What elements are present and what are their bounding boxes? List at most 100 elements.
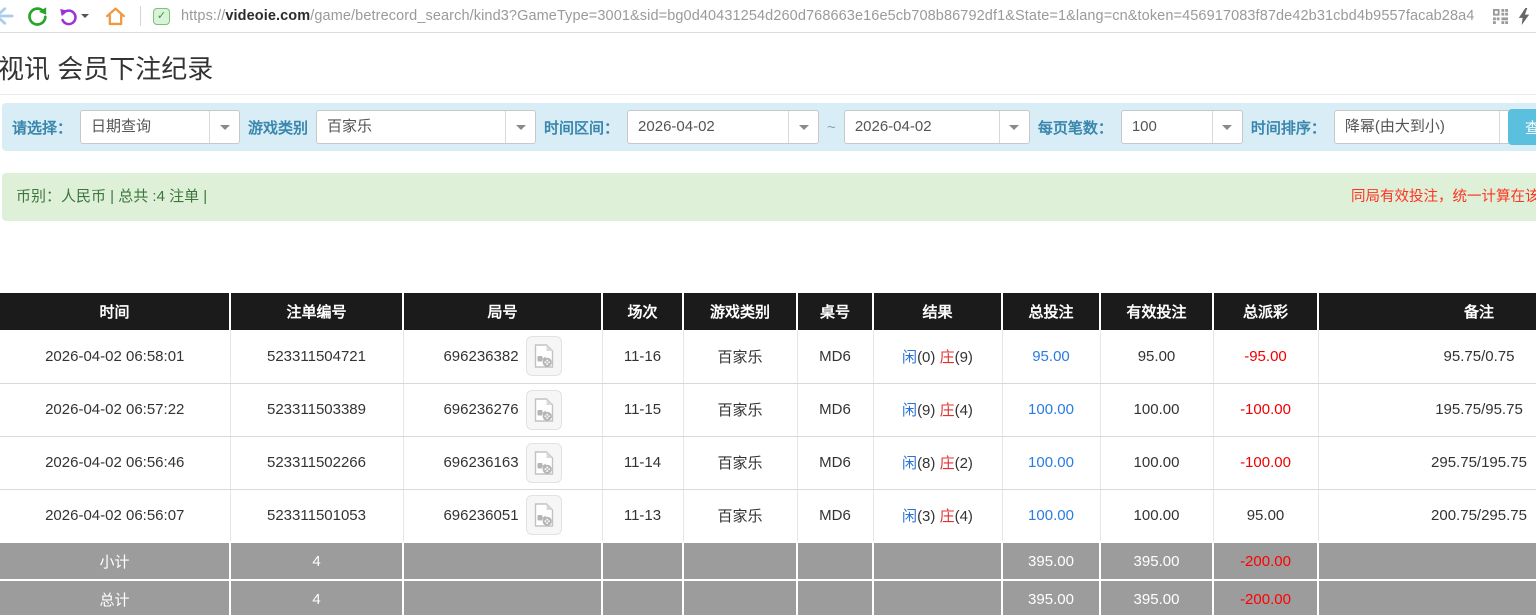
cell-remark: 295.75/195.75 — [1318, 436, 1536, 489]
total-total-bet: 395.00 — [1002, 580, 1100, 615]
back-icon[interactable] — [0, 5, 15, 27]
header-table-no: 桌号 — [797, 293, 873, 330]
subtotal-payout: -200.00 — [1213, 542, 1318, 580]
banker-label: 庄 — [940, 402, 955, 419]
date-from-value: 2026-04-02 — [628, 111, 788, 143]
round-id-text: 696236382 — [443, 348, 518, 365]
cell-result: 闲(3) 庄(4) — [873, 489, 1002, 542]
banker-score: (2) — [955, 455, 973, 472]
cell-time: 2026-04-02 06:56:46 — [0, 436, 230, 489]
subtotal-label: 小计 — [0, 542, 230, 580]
cell-time: 2026-04-02 06:57:22 — [0, 383, 230, 436]
empty-cell — [797, 542, 873, 580]
cell-total-bet: 100.00 — [1002, 383, 1100, 436]
chevron-down-icon[interactable] — [788, 111, 818, 143]
empty-cell — [403, 542, 602, 580]
cell-game-type: 百家乐 — [683, 383, 797, 436]
empty-cell — [873, 542, 1002, 580]
query-type-select[interactable]: 日期查询 — [80, 110, 240, 144]
url-path: /game/betrecord_search/kind3?GameType=30… — [310, 8, 1474, 24]
date-range-label: 时间区间： — [544, 117, 619, 138]
empty-cell — [602, 542, 683, 580]
player-label: 闲 — [902, 349, 917, 366]
undo-dropdown-caret[interactable] — [81, 14, 89, 22]
header-remark: 备注 — [1318, 293, 1536, 330]
undo-icon[interactable] — [59, 7, 89, 26]
date-from-select[interactable]: 2026-04-02 — [627, 110, 819, 144]
total-count: 4 — [230, 580, 403, 615]
url-scheme: https:// — [181, 8, 225, 24]
chevron-down-icon[interactable] — [505, 111, 535, 143]
video-record-icon[interactable] — [526, 390, 562, 430]
search-button[interactable]: 查询 — [1508, 109, 1536, 145]
qr-code-icon[interactable] — [1493, 9, 1508, 24]
cell-table-no: MD6 — [797, 436, 873, 489]
browser-toolbar: ✓ https://videoie.com/game/betrecord_sea… — [0, 0, 1536, 33]
title-divider — [0, 94, 1536, 95]
chevron-down-icon[interactable] — [999, 111, 1029, 143]
table-row: 2026-04-02 06:56:46 523311502266 6962361… — [0, 436, 1536, 489]
banker-score: (4) — [955, 508, 973, 525]
page-size-select[interactable]: 100 — [1121, 110, 1243, 144]
header-total-bet: 总投注 — [1002, 293, 1100, 330]
empty-cell — [797, 580, 873, 615]
table-row: 2026-04-02 06:57:22 523311503389 6962362… — [0, 383, 1536, 436]
game-type-select[interactable]: 百家乐 — [316, 110, 536, 144]
subtotal-total-bet: 395.00 — [1002, 542, 1100, 580]
table-row: 2026-04-02 06:58:01 523311504721 6962363… — [0, 330, 1536, 383]
page-title: 视讯 会员下注纪录 — [0, 49, 213, 86]
url-host: videoie.com — [225, 8, 310, 24]
cell-valid-bet: 100.00 — [1100, 436, 1213, 489]
lightning-icon[interactable] — [1518, 8, 1530, 25]
header-game-type: 游戏类别 — [683, 293, 797, 330]
header-round-id: 局号 — [403, 293, 602, 330]
refresh-icon[interactable] — [27, 6, 47, 26]
cell-bet-id: 523311503389 — [230, 383, 403, 436]
empty-cell — [873, 580, 1002, 615]
home-icon[interactable] — [105, 6, 126, 27]
player-score: (8) — [917, 455, 935, 472]
chevron-down-icon[interactable] — [209, 111, 239, 143]
banker-label: 庄 — [940, 455, 955, 472]
table-header-row: 时间 注单编号 局号 场次 游戏类别 桌号 结果 总投注 有效投注 总派彩 备注 — [0, 293, 1536, 330]
date-to-select[interactable]: 2026-04-02 — [844, 110, 1030, 144]
chevron-down-icon[interactable] — [1212, 111, 1242, 143]
cell-total-bet: 100.00 — [1002, 436, 1100, 489]
header-bet-id: 注单编号 — [230, 293, 403, 330]
url-bar[interactable]: https://videoie.com/game/betrecord_searc… — [181, 8, 1487, 24]
empty-cell — [1318, 580, 1536, 615]
cell-payout: -95.00 — [1213, 330, 1318, 383]
summary-alert-text: 同局有效投注，统一计算在该局 — [1351, 173, 1536, 221]
round-id-text: 696236051 — [443, 507, 518, 524]
cell-remark: 200.75/295.75 — [1318, 489, 1536, 542]
sort-select[interactable]: 降幂(由大到小) — [1334, 110, 1530, 144]
empty-cell — [403, 580, 602, 615]
banker-score: (9) — [955, 349, 973, 366]
video-record-icon[interactable] — [526, 495, 562, 535]
cell-bet-id: 523311502266 — [230, 436, 403, 489]
cell-session: 11-16 — [602, 330, 683, 383]
total-payout: -200.00 — [1213, 580, 1318, 615]
bet-records-table: 时间 注单编号 局号 场次 游戏类别 桌号 结果 总投注 有效投注 总派彩 备注… — [0, 293, 1536, 615]
cell-payout: 95.00 — [1213, 489, 1318, 542]
table-row: 2026-04-02 06:56:07 523311501053 6962360… — [0, 489, 1536, 542]
header-payout: 总派彩 — [1213, 293, 1318, 330]
cell-game-type: 百家乐 — [683, 436, 797, 489]
cell-payout: -100.00 — [1213, 436, 1318, 489]
cell-table-no: MD6 — [797, 489, 873, 542]
banker-score: (4) — [955, 402, 973, 419]
round-id-text: 696236276 — [443, 401, 518, 418]
cell-valid-bet: 100.00 — [1100, 489, 1213, 542]
total-label: 总计 — [0, 580, 230, 615]
video-record-icon[interactable] — [526, 443, 562, 483]
page-size-value: 100 — [1122, 111, 1212, 143]
video-record-icon[interactable] — [526, 336, 562, 376]
header-session: 场次 — [602, 293, 683, 330]
subtotal-count: 4 — [230, 542, 403, 580]
cell-result: 闲(8) 庄(2) — [873, 436, 1002, 489]
cell-table-no: MD6 — [797, 383, 873, 436]
player-label: 闲 — [902, 455, 917, 472]
cell-total-bet: 95.00 — [1002, 330, 1100, 383]
cell-payout: -100.00 — [1213, 383, 1318, 436]
player-score: (0) — [917, 349, 935, 366]
